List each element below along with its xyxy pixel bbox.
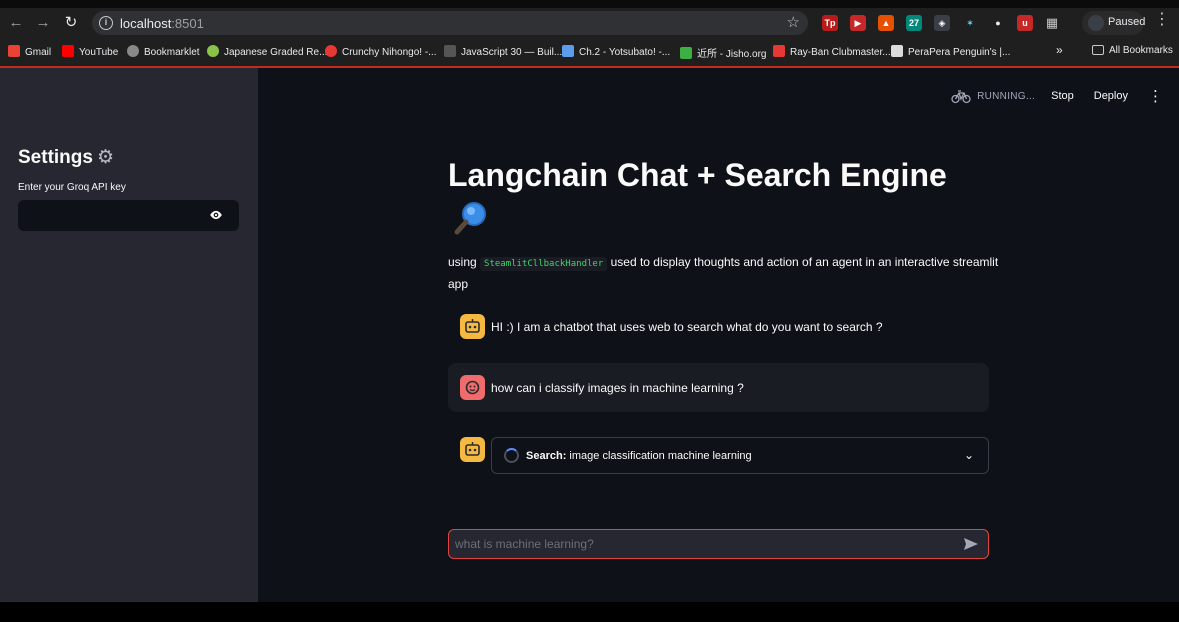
extension-icon[interactable]: u bbox=[1017, 15, 1033, 31]
eye-icon[interactable] bbox=[209, 208, 223, 222]
site-icon bbox=[773, 45, 785, 57]
running-status: RUNNING... bbox=[977, 90, 1036, 102]
api-key-input[interactable] bbox=[18, 200, 239, 231]
user-avatar-icon bbox=[460, 375, 485, 400]
chat-message-assistant-tool: Search: image classification machine lea… bbox=[448, 433, 989, 477]
bookmarks-bar: Gmail YouTube Bookmarklet Japanese Grade… bbox=[0, 38, 1179, 66]
bike-icon bbox=[951, 90, 971, 104]
reload-icon[interactable]: ↻ bbox=[60, 12, 82, 34]
main-menu-icon[interactable]: ⋮ bbox=[1148, 87, 1163, 105]
site-icon bbox=[891, 45, 903, 57]
extension-icon[interactable]: 27 bbox=[906, 15, 922, 31]
extension-icon[interactable]: ▶ bbox=[850, 15, 866, 31]
bot-avatar-icon bbox=[460, 437, 485, 462]
extension-shield-icon[interactable]: ◈ bbox=[934, 15, 950, 31]
bookmark-star-icon[interactable]: ☆ bbox=[787, 13, 800, 31]
window-top-edge bbox=[0, 0, 1179, 8]
callback-handler-code: SteamlitCllbackHandler bbox=[480, 257, 608, 271]
extension-icon[interactable]: Tp bbox=[822, 15, 838, 31]
bookmark-youtube[interactable]: YouTube bbox=[62, 45, 118, 59]
send-icon[interactable] bbox=[963, 537, 979, 551]
back-icon[interactable]: ← bbox=[5, 12, 27, 34]
bookmark-japanese-graded[interactable]: Japanese Graded Re... bbox=[207, 45, 327, 59]
sidebar-title: Settings ⚙ bbox=[18, 147, 114, 168]
main-area: RUNNING... Stop Deploy ⋮ Langchain Chat … bbox=[258, 68, 1179, 602]
site-icon bbox=[325, 45, 337, 57]
site-icon bbox=[207, 45, 219, 57]
bookmark-bookmarklet[interactable]: Bookmarklet bbox=[127, 45, 200, 59]
deploy-button[interactable]: Deploy bbox=[1094, 90, 1128, 102]
chat-message-assistant: HI :) I am a chatbot that uses web to se… bbox=[448, 308, 989, 344]
avatar bbox=[1088, 15, 1104, 31]
window-bottom-edge bbox=[0, 602, 1179, 622]
folder-icon bbox=[1092, 45, 1104, 55]
stop-button[interactable]: Stop bbox=[1051, 90, 1074, 102]
search-step-label: Search: image classification machine lea… bbox=[526, 450, 752, 462]
site-info-icon[interactable]: i bbox=[99, 16, 113, 30]
message-text: HI :) I am a chatbot that uses web to se… bbox=[491, 320, 883, 334]
bookmark-rayban[interactable]: Ray-Ban Clubmaster... bbox=[773, 45, 891, 59]
chat-message-user: how can i classify images in machine lea… bbox=[448, 363, 989, 412]
search-step-expander[interactable]: Search: image classification machine lea… bbox=[491, 437, 989, 474]
more-bookmarks-icon[interactable]: » bbox=[1056, 43, 1063, 57]
address-bar[interactable]: i localhost:8501 ☆ bbox=[92, 11, 808, 35]
gear-icon: ⚙ bbox=[96, 147, 114, 168]
bookmark-javascript30[interactable]: JavaScript 30 — Buil... bbox=[444, 45, 562, 59]
bookmark-yotsubato[interactable]: Ch.2 - Yotsubato! -... bbox=[562, 45, 670, 59]
globe-icon bbox=[127, 45, 139, 57]
page-subtitle: using SteamlitCllbackHandler used to dis… bbox=[448, 255, 999, 291]
youtube-icon bbox=[62, 45, 74, 57]
extension-react-icon[interactable]: ✶ bbox=[962, 15, 978, 31]
profile-button[interactable]: Paused bbox=[1082, 11, 1146, 35]
magnifier-icon bbox=[454, 202, 486, 235]
extensions-puzzle-icon[interactable]: ▦ bbox=[1044, 15, 1060, 31]
message-text: how can i classify images in machine lea… bbox=[491, 381, 744, 395]
chevron-down-icon[interactable]: ⌄ bbox=[964, 448, 974, 462]
api-key-label: Enter your Groq API key bbox=[18, 182, 126, 193]
browser-toolbar: ← → ↻ i localhost:8501 ☆ Tp ▶ ▲ 27 ◈ ✶ ●… bbox=[0, 8, 1179, 38]
bookmark-perapera[interactable]: PeraPera Penguin's |... bbox=[891, 45, 1010, 59]
spinner-icon bbox=[504, 448, 519, 463]
site-icon bbox=[444, 45, 456, 57]
status-bar: RUNNING... Stop Deploy ⋮ bbox=[951, 87, 1163, 105]
bot-avatar-icon bbox=[460, 314, 485, 339]
forward-icon[interactable]: → bbox=[32, 12, 54, 34]
url-text[interactable]: localhost:8501 bbox=[120, 16, 204, 31]
site-icon bbox=[680, 47, 692, 59]
bookmark-crunchy-nihongo[interactable]: Crunchy Nihongo! -... bbox=[325, 45, 437, 59]
profile-label: Paused bbox=[1108, 16, 1146, 28]
bookmark-gmail[interactable]: Gmail bbox=[8, 45, 51, 59]
page-title: Langchain Chat + Search Engine bbox=[448, 157, 947, 193]
bookmark-jisho[interactable]: 近所 - Jisho.org bbox=[680, 45, 766, 60]
site-icon bbox=[562, 45, 574, 57]
extension-icon[interactable]: ● bbox=[990, 15, 1006, 31]
gmail-icon bbox=[8, 45, 20, 57]
browser-menu-icon[interactable]: ⋮ bbox=[1154, 12, 1170, 28]
sidebar: Settings ⚙ Enter your Groq API key bbox=[0, 68, 258, 602]
all-bookmarks-button[interactable]: All Bookmarks bbox=[1092, 45, 1173, 59]
extension-fox-icon[interactable]: ▲ bbox=[878, 15, 894, 31]
chat-input[interactable] bbox=[455, 535, 945, 553]
chat-input-box[interactable] bbox=[448, 529, 989, 559]
